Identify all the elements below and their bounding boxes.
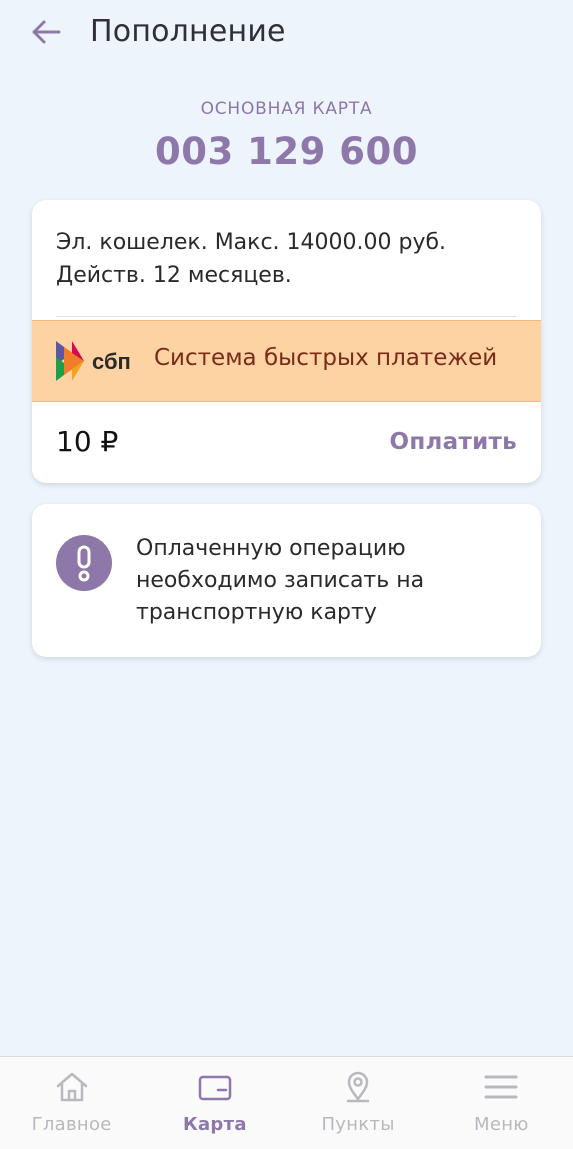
page-title: Пополнение xyxy=(90,14,286,49)
tariff-description: Эл. кошелек. Макс. 14000.00 руб. Действ.… xyxy=(56,230,447,288)
nav-label-points: Пункты xyxy=(321,1114,395,1135)
sbp-payment-option[interactable]: сбп Система быстрых платежей xyxy=(32,320,541,402)
amount: 10 ₽ xyxy=(56,425,119,458)
bottom-nav: Главное Карта Пункты Меню xyxy=(0,1056,573,1149)
nav-item-home[interactable]: Главное xyxy=(0,1057,143,1149)
card-number: 003 129 600 xyxy=(155,130,418,173)
divider xyxy=(56,316,516,317)
tariff-panel: Эл. кошелек. Макс. 14000.00 руб. Действ.… xyxy=(32,200,541,483)
notice-text: Оплаченную операцию необходимо записать … xyxy=(136,536,425,625)
nav-item-points[interactable]: Пункты xyxy=(287,1057,430,1149)
header: Пополнение xyxy=(0,0,573,66)
nav-label-home: Главное xyxy=(31,1114,112,1135)
sbp-logo: сбп xyxy=(56,341,131,381)
nav-label-card: Карта xyxy=(182,1114,247,1135)
menu-icon xyxy=(484,1075,518,1099)
arrow-left-icon xyxy=(32,20,61,44)
nav-label-menu: Меню xyxy=(474,1114,529,1135)
nav-item-menu[interactable]: Меню xyxy=(430,1057,573,1149)
home-icon xyxy=(56,1072,87,1102)
notice-panel: Оплаченную операцию необходимо записать … xyxy=(32,504,541,657)
sbp-logo-text: сбп xyxy=(92,349,131,374)
card-label: ОСНОВНАЯ КАРТА xyxy=(200,99,373,119)
card-icon xyxy=(198,1075,232,1101)
pay-button[interactable]: Оплатить xyxy=(389,424,517,460)
sbp-label: Система быстрых платежей xyxy=(154,345,498,371)
back-button[interactable] xyxy=(24,12,68,52)
exclamation-icon xyxy=(56,535,112,591)
nav-item-card[interactable]: Карта xyxy=(143,1057,286,1149)
location-pin-icon xyxy=(346,1071,370,1103)
